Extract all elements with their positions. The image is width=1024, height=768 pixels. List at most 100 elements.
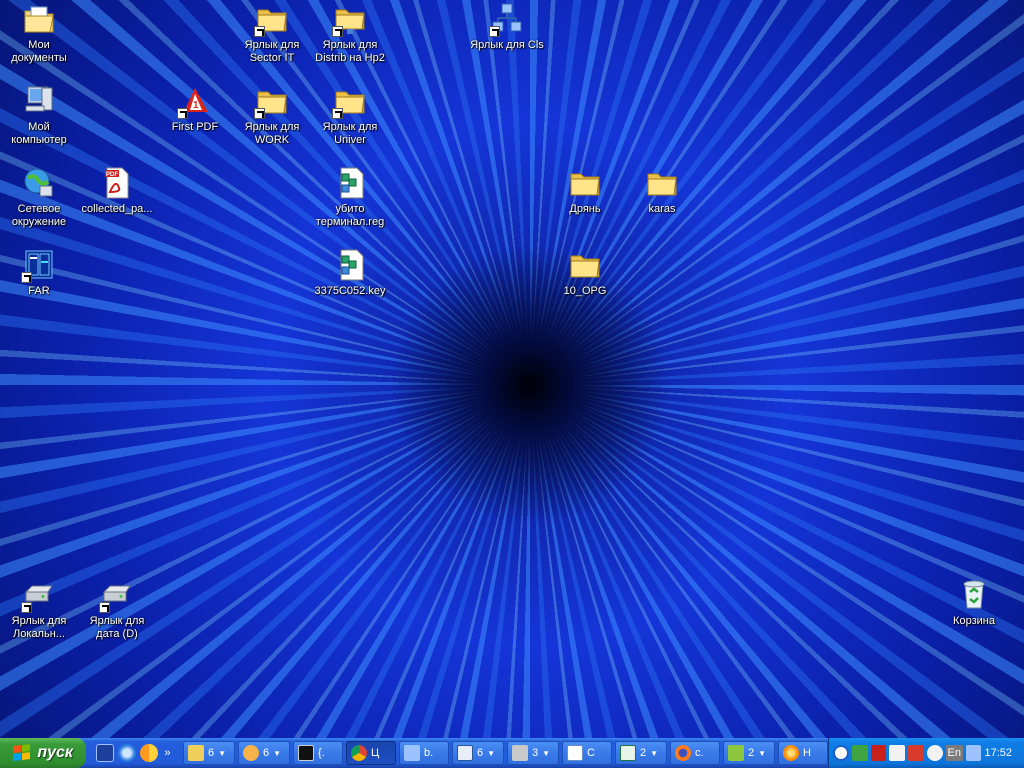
show-desktop-icon[interactable] — [96, 744, 115, 762]
task-label: Н — [803, 747, 811, 759]
icon-label: First PDF — [171, 121, 219, 133]
task-button-notepad[interactable]: С — [562, 741, 612, 765]
task-button-app-orange[interactable]: Н — [778, 741, 828, 765]
registry-file-icon — [333, 166, 367, 200]
folder-group-icon — [188, 745, 204, 761]
icon-label: Ярлык для дата (D) — [89, 615, 145, 640]
ie-icon[interactable] — [118, 744, 137, 762]
desktop-icon-far[interactable]: FAR — [0, 248, 78, 298]
pdf-file-icon: PDF — [100, 166, 134, 200]
messenger-tray-icon[interactable] — [927, 745, 943, 761]
task-button-browser-group[interactable]: 6 ▼ — [238, 741, 290, 765]
task-label: c. — [695, 747, 704, 759]
task-label: 2 — [748, 747, 755, 759]
shortcut-arrow-icon — [99, 602, 110, 613]
folder-icon — [254, 2, 289, 37]
desktop-icon-dryan[interactable]: Дрянь — [546, 166, 624, 216]
shield-icon[interactable] — [851, 745, 868, 761]
task-button-folders[interactable]: 6 ▼ — [183, 741, 235, 765]
chrome-icon — [351, 745, 367, 761]
pdf-tray-icon[interactable] — [870, 745, 887, 761]
folder-icon — [254, 84, 289, 119]
desktop-icon-univer[interactable]: Ярлык для Univer — [311, 84, 389, 147]
network-app-icon — [404, 745, 420, 761]
desktop-icon-10-opg[interactable]: 10_OPG — [546, 248, 624, 298]
start-label: пуск — [37, 744, 74, 761]
tray-expand-icon[interactable] — [833, 745, 849, 761]
network-folder-icon — [332, 2, 367, 37]
quick-launch: » — [96, 744, 181, 762]
my-computer-icon — [22, 84, 56, 118]
desktop-icon-my-documents[interactable]: Мои документы — [0, 2, 78, 65]
icon-label: Сетевое окружение — [11, 203, 67, 228]
shortcut-arrow-icon — [177, 108, 188, 119]
shortcut-arrow-icon — [254, 108, 265, 119]
task-button-network-app[interactable]: b. — [399, 741, 449, 765]
desktop-icon-first-pdf[interactable]: 1 First PDF — [156, 84, 234, 134]
my-documents-icon — [22, 2, 56, 36]
icon-label: Ярлык для Univer — [322, 121, 378, 146]
quick-launch-more-button[interactable]: » — [164, 747, 170, 759]
task-label: Ц — [371, 747, 380, 759]
shortcut-arrow-icon — [254, 26, 265, 37]
chevron-down-icon: ▼ — [542, 748, 551, 758]
clock[interactable]: 17:52 — [984, 747, 1012, 759]
chart-tray-icon[interactable] — [889, 745, 906, 761]
desktop-icon-collected-pdf[interactable]: PDF collected_pa... — [78, 166, 156, 216]
desktop-icon-distrib-hp2[interactable]: Ярлык для Distrib на Hp2 — [311, 2, 389, 65]
desktop-icon-reg-file[interactable]: убито терминал.reg — [311, 166, 389, 229]
network-tray-icon[interactable] — [965, 745, 982, 761]
desktop-icon-work[interactable]: Ярлык для WORK — [233, 84, 311, 147]
icon-label: FAR — [28, 285, 50, 297]
folder-icon — [332, 84, 367, 119]
desktop-icon-cls[interactable]: Ярлык для Cls — [468, 2, 546, 52]
language-indicator[interactable]: En — [945, 745, 963, 761]
shortcut-arrow-icon — [332, 108, 343, 119]
icon-label: Ярлык для Sector IT — [244, 39, 300, 64]
task-button-tool-group[interactable]: 3 ▼ — [507, 741, 559, 765]
desktop[interactable]: Мои документы Ярлык для Sector IT Ярлык … — [0, 0, 1024, 738]
icon-label: Дрянь — [569, 203, 601, 215]
task-button-cmd[interactable]: {. — [293, 741, 343, 765]
task-label: С — [587, 747, 595, 759]
folder-icon — [568, 248, 602, 282]
chevron-down-icon: ▼ — [273, 748, 282, 758]
task-button-firefox[interactable]: c. — [670, 741, 720, 765]
desktop-icon-data-drive[interactable]: Ярлык для дата (D) — [78, 578, 156, 641]
task-button-excel-group[interactable]: 2 ▼ — [615, 741, 667, 765]
chevron-down-icon: ▼ — [487, 748, 496, 758]
pdf-app-icon: 1 — [177, 84, 212, 119]
word-group-icon — [457, 745, 473, 761]
chevron-down-icon: ▼ — [650, 748, 659, 758]
network-icon — [489, 2, 524, 37]
icon-label: Ярлык для Cls — [470, 39, 544, 51]
taskbar: пуск » 6 ▼ 6 ▼ {. Ц b. 6 ▼ 3 ▼ С 2 ▼ c. … — [0, 738, 1024, 768]
icon-label: Мои документы — [11, 39, 67, 64]
task-buttons: 6 ▼ 6 ▼ {. Ц b. 6 ▼ 3 ▼ С 2 ▼ c. 2 ▼ Н — [183, 741, 828, 765]
browser-group-icon — [243, 745, 259, 761]
task-button-remote-group[interactable]: 2 ▼ — [723, 741, 775, 765]
desktop-icon-sector-it[interactable]: Ярлык для Sector IT — [233, 2, 311, 65]
network-places-icon — [22, 166, 56, 200]
start-button[interactable]: пуск — [0, 738, 87, 768]
task-button-chrome[interactable]: Ц — [346, 741, 396, 765]
desktop-icon-network-places[interactable]: Сетевое окружение — [0, 166, 78, 229]
desktop-icon-key-file[interactable]: 3375C052.key — [311, 248, 389, 298]
desktop-icon-karas[interactable]: karas — [623, 166, 701, 216]
folder-icon — [568, 166, 602, 200]
recycle-bin-icon — [957, 578, 991, 612]
icon-label: karas — [648, 203, 676, 215]
shortcut-arrow-icon — [489, 26, 500, 37]
cmd-icon — [298, 745, 314, 761]
task-button-word-group[interactable]: 6 ▼ — [452, 741, 504, 765]
desktop-icon-my-computer[interactable]: Мой компьютер — [0, 84, 78, 147]
task-label: b. — [424, 747, 434, 759]
notepad-icon — [567, 745, 583, 761]
desktop-icon-recycle-bin[interactable]: Корзина — [935, 578, 1013, 628]
icon-label: Ярлык для WORK — [244, 121, 300, 146]
network-error-icon[interactable] — [908, 745, 925, 761]
desktop-icon-local-drive[interactable]: Ярлык для Локальн... — [0, 578, 78, 641]
chevron-down-icon: ▼ — [758, 748, 767, 758]
messenger-icon[interactable] — [140, 744, 159, 762]
icon-label: Ярлык для Локальн... — [11, 615, 67, 640]
